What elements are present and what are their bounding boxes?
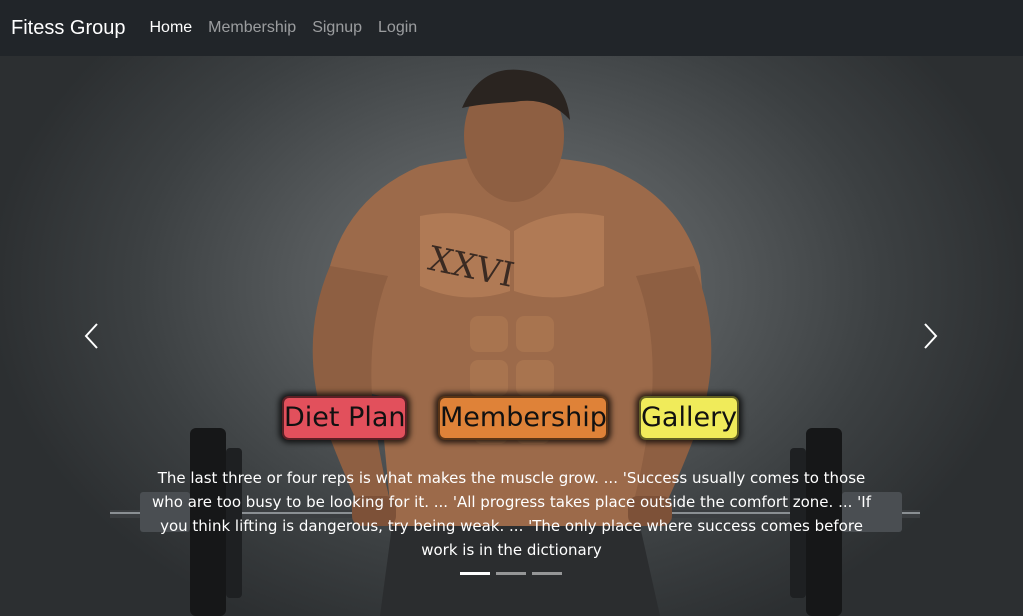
hero-carousel: XXVI Diet Plan Membership Gallery The la…	[0, 56, 1023, 616]
nav-home[interactable]: Home	[149, 19, 192, 37]
carousel-indicators	[460, 572, 562, 576]
carousel-indicator-1[interactable]	[460, 572, 490, 575]
nav-links: Home Membership Signup Login	[149, 19, 433, 37]
diet-plan-button[interactable]: Diet Plan	[282, 396, 407, 440]
brand-logo[interactable]: Fitess Group	[11, 0, 125, 56]
carousel-indicator-3[interactable]	[532, 572, 562, 575]
nav-membership[interactable]: Membership	[208, 19, 296, 37]
carousel-indicator-2[interactable]	[496, 572, 526, 575]
navbar: Fitess Group Home Membership Signup Logi…	[0, 0, 1023, 56]
carousel-next-button[interactable]	[916, 318, 946, 354]
gallery-button[interactable]: Gallery	[639, 396, 739, 440]
chevron-right-icon	[924, 323, 938, 349]
cta-button-row: Diet Plan Membership Gallery	[0, 396, 1023, 442]
carousel-caption: The last three or four reps is what make…	[152, 469, 871, 559]
nav-login[interactable]: Login	[378, 19, 417, 37]
nav-signup[interactable]: Signup	[312, 19, 362, 37]
carousel-prev-button[interactable]	[76, 318, 106, 354]
chevron-left-icon	[84, 323, 98, 349]
membership-button[interactable]: Membership	[438, 396, 608, 440]
